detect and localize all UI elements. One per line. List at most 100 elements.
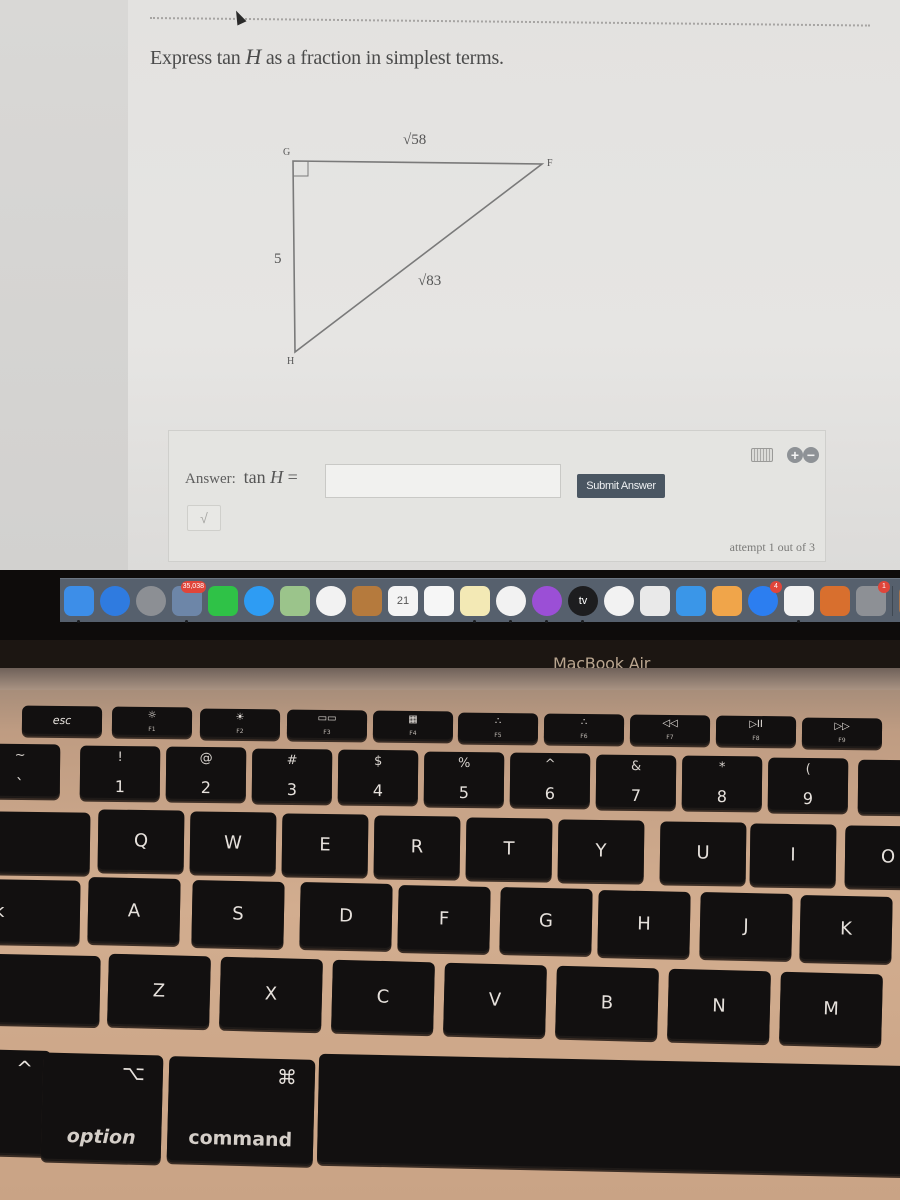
- key-option[interactable]: ⌥ option: [40, 1052, 164, 1164]
- key-g[interactable]: G: [499, 887, 593, 955]
- app-store-icon[interactable]: 4: [748, 580, 782, 616]
- submit-answer-button[interactable]: Submit Answer: [577, 474, 665, 498]
- key-f6[interactable]: ∴ F6: [543, 713, 625, 745]
- podcasts-icon[interactable]: [532, 585, 562, 623]
- key-command[interactable]: ⌘ command: [166, 1056, 316, 1166]
- books-icon[interactable]: [820, 585, 850, 616]
- key-z[interactable]: Z: [107, 953, 211, 1029]
- key-letter: B: [600, 992, 614, 1014]
- key-2[interactable]: @2: [165, 746, 247, 802]
- finder-icon[interactable]: [64, 585, 94, 623]
- key-letter: R: [410, 836, 424, 858]
- key-f8[interactable]: ▷II F8: [715, 715, 797, 747]
- key-space[interactable]: [316, 1053, 900, 1177]
- key-function-icon: ▦: [408, 714, 418, 726]
- keyboard-icon[interactable]: [751, 448, 773, 462]
- photos-icon[interactable]: [316, 585, 346, 616]
- launchpad-icon[interactable]: [136, 585, 166, 616]
- key-w[interactable]: W: [189, 811, 277, 875]
- key-3[interactable]: #3: [251, 748, 333, 803]
- key-9[interactable]: (9: [767, 757, 849, 812]
- key-shift-symbol: ^: [544, 756, 556, 773]
- side-label-gh: 5: [274, 251, 282, 267]
- music-icon[interactable]: [496, 585, 526, 623]
- notification-badge: 4: [770, 580, 782, 593]
- key-letter: A: [127, 900, 141, 922]
- key-r[interactable]: R: [373, 815, 461, 879]
- key-letter: O: [880, 846, 896, 868]
- maps-icon[interactable]: [280, 585, 310, 616]
- key-h[interactable]: H: [597, 889, 691, 958]
- answer-input[interactable]: [325, 464, 561, 498]
- key-k[interactable]: K: [799, 894, 893, 963]
- calendar-icon[interactable]: 21: [388, 585, 418, 616]
- key-v[interactable]: V: [443, 962, 547, 1038]
- key-j[interactable]: J: [699, 892, 793, 960]
- key-o[interactable]: O: [844, 825, 900, 889]
- key-i[interactable]: I: [749, 823, 837, 887]
- system-preferences-icon[interactable]: 1: [856, 580, 890, 616]
- key-u[interactable]: U: [659, 821, 747, 885]
- key-esc[interactable]: esc: [21, 705, 103, 737]
- key-s[interactable]: S: [191, 879, 285, 948]
- key-f9[interactable]: ▷▷ F9: [801, 717, 883, 749]
- key-m[interactable]: M: [779, 971, 883, 1047]
- key-shift-symbol: #: [286, 752, 298, 768]
- chrome-icon[interactable]: [784, 585, 814, 623]
- key-x[interactable]: X: [219, 956, 323, 1032]
- key-function-icon: ▷II: [749, 719, 763, 731]
- running-indicator: [185, 619, 188, 623]
- key-shift[interactable]: [0, 953, 101, 1027]
- key-b[interactable]: B: [555, 965, 659, 1041]
- key-1[interactable]: ! 1: [79, 745, 161, 800]
- key-digit: 2: [200, 777, 212, 798]
- contacts-icon[interactable]: [352, 585, 382, 616]
- key-c[interactable]: C: [331, 959, 435, 1035]
- news-icon[interactable]: [604, 585, 634, 616]
- key-f4[interactable]: ▦ F4: [372, 710, 454, 742]
- notes-icon[interactable]: [460, 585, 490, 623]
- key-fn-label: F9: [838, 736, 846, 744]
- key-fn-label: F4: [409, 730, 417, 738]
- zoom-out-button[interactable]: −: [803, 447, 819, 463]
- key-label: option: [66, 1125, 136, 1149]
- key-caps-lock[interactable]: k: [0, 879, 81, 945]
- key-f3[interactable]: ▭▭ F3: [286, 709, 368, 741]
- key-d[interactable]: D: [299, 882, 393, 950]
- key-8[interactable]: * 8: [681, 755, 763, 811]
- numbers-icon[interactable]: [640, 585, 670, 616]
- key-4[interactable]: $4: [337, 749, 419, 805]
- square-root-button[interactable]: √: [187, 505, 221, 531]
- key-f5[interactable]: ∴ F5: [457, 712, 539, 743]
- zoom-in-button[interactable]: +: [787, 447, 803, 463]
- key-y[interactable]: Y: [557, 819, 645, 883]
- safari-icon[interactable]: [100, 585, 130, 616]
- laptop-screen: Express tan H as a fraction in simplest …: [0, 0, 900, 673]
- key-0[interactable]: [857, 759, 900, 815]
- key-t[interactable]: T: [465, 817, 553, 881]
- facetime-icon[interactable]: [208, 585, 238, 616]
- key-digit: 9: [802, 788, 814, 808]
- key-shift-symbol: @: [199, 750, 213, 767]
- key-f7[interactable]: ◁◁ F7: [629, 714, 711, 746]
- key-shift-symbol: $: [373, 753, 383, 770]
- key-`[interactable]: ~ `: [0, 743, 61, 799]
- key-f2[interactable]: ☀ F2: [199, 708, 281, 740]
- key-f[interactable]: F: [397, 884, 491, 953]
- key-letter: M: [822, 998, 840, 1020]
- keynote-icon[interactable]: [676, 585, 706, 616]
- pages-icon[interactable]: [712, 585, 742, 616]
- key-7[interactable]: & 7: [595, 754, 677, 809]
- key-a[interactable]: A: [87, 877, 181, 945]
- key-5[interactable]: % 5: [423, 751, 505, 806]
- messages-icon[interactable]: [244, 585, 274, 616]
- key-f1[interactable]: ☼ F1: [111, 706, 193, 738]
- key-q[interactable]: Q: [97, 809, 185, 873]
- reminders-icon[interactable]: [424, 585, 454, 616]
- key-6[interactable]: ^ 6: [509, 752, 591, 808]
- key-e[interactable]: E: [281, 813, 369, 877]
- apple-tv-icon[interactable]: tv: [568, 585, 598, 623]
- key-n[interactable]: N: [667, 968, 771, 1044]
- key-tab[interactable]: [0, 811, 91, 875]
- preview-icon[interactable]: 35,038: [172, 580, 206, 623]
